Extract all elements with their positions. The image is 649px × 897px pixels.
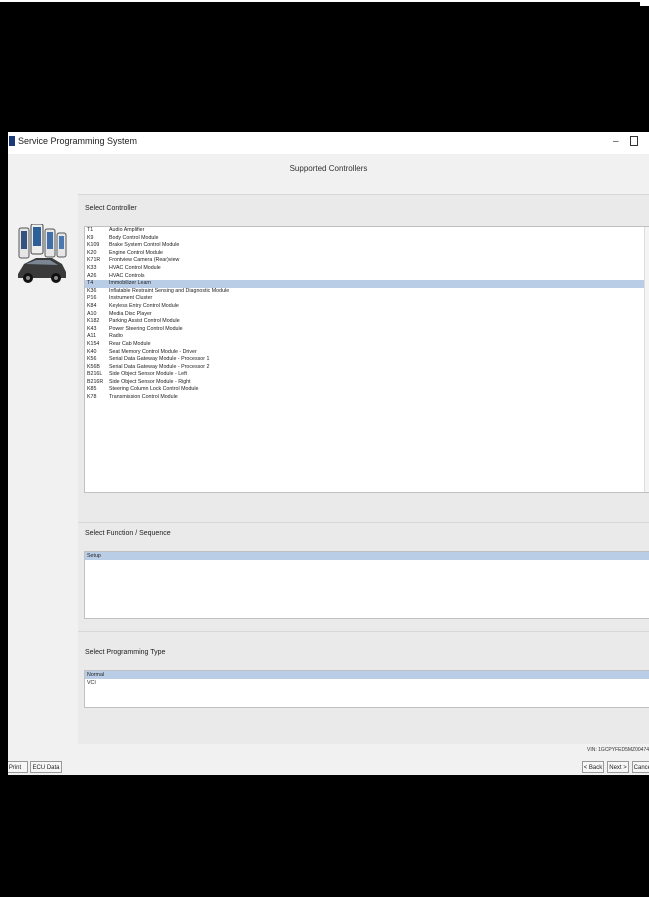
page-title: Supported Controllers (289, 164, 368, 173)
controller-code: K43 (87, 325, 97, 332)
controller-code: K85 (87, 386, 97, 393)
controller-code: K84 (87, 302, 97, 309)
controller-code: K56 (87, 356, 97, 363)
minimize-button[interactable]: – (613, 136, 619, 147)
controller-description: Inflatable Restraint Sensing and Diagnos… (109, 287, 230, 294)
controller-row[interactable]: A11 Radio (85, 333, 649, 341)
bottom-bar: VIN: 1GCPYFED5MZ00474 Print ECU Data < B… (8, 744, 649, 775)
car-programmer-icon (18, 224, 67, 283)
programming-type-row[interactable]: VCI (85, 679, 649, 687)
controller-description: Side Object Sensor Module - Left (109, 371, 188, 378)
controller-row[interactable]: K85 Steering Column Lock Control Module (85, 386, 649, 394)
app-icon (9, 136, 15, 146)
controller-description: Serial Data Gateway Module - Processor 1 (109, 356, 210, 363)
controller-row[interactable]: K78 Transmission Control Module (85, 394, 649, 402)
programming-type-list[interactable]: Normal VCI (84, 670, 649, 708)
controller-description: Brake System Control Module (109, 242, 180, 249)
controller-code: K56B (87, 363, 100, 370)
controller-row[interactable]: B216R Side Object Sensor Module - Right (85, 379, 649, 387)
controller-panel: Select Controller T1 Audio Amplifier K9 Bod… (78, 194, 649, 523)
vin-label: VIN: 1GCPYFED5MZ00474 (587, 747, 649, 753)
controller-description: Rear Cab Module (109, 340, 151, 347)
maximize-button[interactable] (630, 136, 638, 146)
controller-row[interactable]: K56B Serial Data Gateway Module - Process… (85, 364, 649, 372)
controller-description: Steering Column Lock Control Module (109, 386, 199, 393)
top-strip-dark (0, 2, 640, 6)
controller-description: Immobilizer Learn (109, 280, 152, 287)
controller-code: K40 (87, 348, 97, 355)
controller-description: Transmission Control Module (109, 394, 178, 401)
window-title: Service Programming System (18, 136, 138, 146)
controller-row[interactable]: T1 Audio Amplifier (85, 227, 649, 235)
sequence-list[interactable]: Setup (84, 551, 649, 619)
controller-row[interactable]: K71R Frontview Camera (Rear)view (85, 257, 649, 265)
print-button[interactable]: Print (8, 761, 28, 773)
controller-description: HVAC Controls (109, 272, 145, 279)
title-bar[interactable]: Service Programming System – (8, 132, 649, 154)
controller-row[interactable]: P16 Instrument Cluster (85, 295, 649, 303)
sequence-panel-label: Select Function / Sequence (85, 530, 171, 537)
controller-code: K182 (87, 318, 100, 325)
controller-list-scrollbar[interactable] (644, 227, 649, 492)
controller-code: P16 (87, 295, 97, 302)
controller-description: Frontview Camera (Rear)view (109, 257, 180, 264)
controller-row[interactable]: K36 Inflatable Restraint Sensing and Diag… (85, 288, 649, 296)
controller-row[interactable]: K56 Serial Data Gateway Module - Processo… (85, 356, 649, 364)
app-window: Service Programming System – Supported C… (8, 132, 649, 775)
controller-row[interactable]: B216L Side Object Sensor Module - Left (85, 371, 649, 379)
controller-code: A10 (87, 310, 97, 317)
controller-row[interactable]: A10 Media Disc Player (85, 311, 649, 319)
controller-description: Audio Amplifier (109, 227, 145, 233)
back-button[interactable]: < Back (582, 761, 604, 773)
controller-row[interactable]: K20 Engine Control Module (85, 250, 649, 258)
sequence-row[interactable]: Setup (85, 552, 649, 560)
controller-row[interactable]: K84 Keyless Entry Control Module (85, 303, 649, 311)
controller-description: HVAC Control Module (109, 264, 161, 271)
cancel-button[interactable]: Cancel (632, 761, 649, 773)
controller-code: A11 (87, 333, 97, 340)
controller-code: B216L (87, 371, 103, 378)
controller-code: T4 (87, 280, 94, 287)
controller-code: K109 (87, 242, 100, 249)
controller-description: Parking Assist Control Module (109, 318, 180, 325)
controller-code: K20 (87, 249, 97, 256)
controller-description: Engine Control Module (109, 249, 163, 256)
controller-list[interactable]: T1 Audio Amplifier K9 Body Control Module K1… (84, 226, 649, 493)
controller-panel-label: Select Controller (85, 205, 137, 212)
controller-description: Body Control Module (109, 234, 159, 241)
controller-description: Serial Data Gateway Module - Processor 2 (109, 363, 210, 370)
controller-code: K78 (87, 394, 97, 401)
controller-row[interactable]: A26 HVAC Controls (85, 273, 649, 281)
controller-code: K71R (87, 257, 101, 264)
controller-row[interactable]: K109 Brake System Control Module (85, 242, 649, 250)
controller-description: Keyless Entry Control Module (109, 302, 179, 309)
controller-code: K33 (87, 264, 97, 271)
controller-description: Seat Memory Control Module - Driver (109, 348, 197, 355)
controller-row[interactable]: K9 Body Control Module (85, 235, 649, 243)
controller-row[interactable]: T4 Immobilizer Learn (85, 280, 649, 288)
controller-description: Media Disc Player (109, 310, 152, 317)
programming-type-row[interactable]: Normal (85, 671, 649, 679)
controller-code: A26 (87, 272, 97, 279)
controller-row[interactable]: K182 Parking Assist Control Module (85, 318, 649, 326)
programming-type-panel-label: Select Programming Type (85, 649, 166, 656)
controller-row[interactable]: K33 HVAC Control Module (85, 265, 649, 273)
main-content: Supported Controllers Select Controller … (8, 154, 649, 775)
controller-code: K9 (87, 234, 94, 241)
controller-description: Instrument Cluster (109, 295, 153, 302)
controller-code: K36 (87, 287, 97, 294)
controller-description: Power Steering Control Module (109, 325, 183, 332)
controller-code: B216R (87, 378, 104, 385)
ecu-data-button[interactable]: ECU Data (30, 761, 62, 773)
next-button[interactable]: Next > (607, 761, 629, 773)
programming-type-panel: Select Programming Type Normal VCI (78, 631, 649, 745)
controller-code: K154 (87, 340, 100, 347)
controller-description: Radio (109, 333, 123, 340)
controller-row[interactable]: K40 Seat Memory Control Module - Driver (85, 349, 649, 357)
controller-row[interactable]: K154 Rear Cab Module (85, 341, 649, 349)
controller-description: Side Object Sensor Module - Right (109, 378, 191, 385)
sequence-panel: Select Function / Sequence Setup (78, 522, 649, 632)
controller-code: T1 (87, 227, 94, 233)
controller-row[interactable]: K43 Power Steering Control Module (85, 326, 649, 334)
